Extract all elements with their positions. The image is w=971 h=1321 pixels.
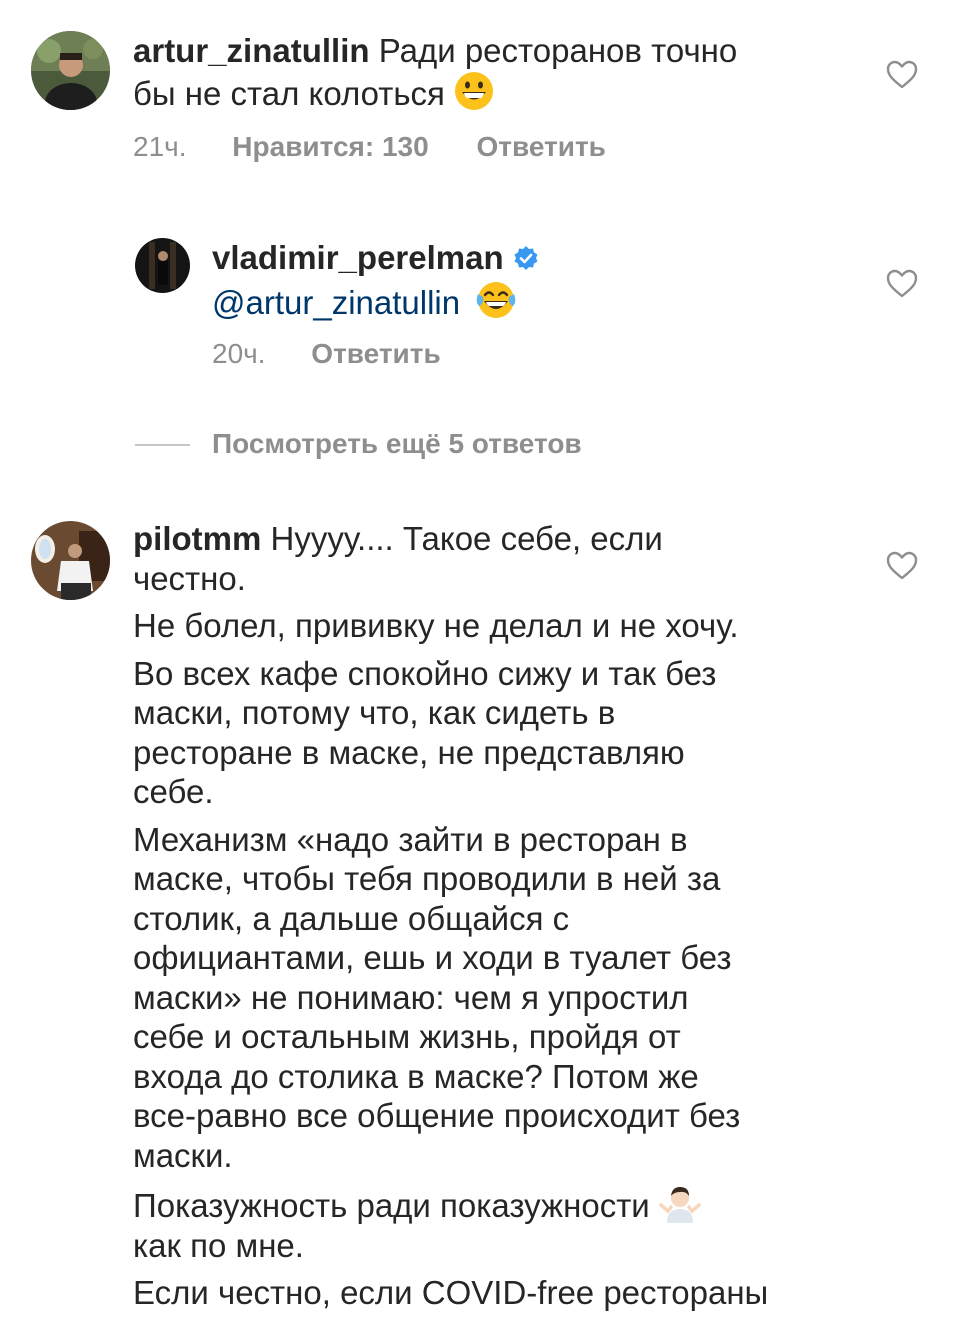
likes-count[interactable]: Нравится: 130 — [232, 131, 428, 162]
reply-button[interactable]: Ответить — [476, 131, 605, 162]
avatar-vladimir[interactable] — [135, 238, 190, 293]
face-with-tears-of-joy-emoji — [475, 280, 516, 320]
mention-link[interactable]: @artur_zinatullin — [212, 284, 460, 321]
comment-meta: 21ч. Нравится: 130 Ответить — [133, 131, 606, 163]
reply-time: 20ч. — [212, 338, 266, 369]
pilot-comment-text: pilotmm Нуууу.... Такое себе, если честн… — [133, 520, 769, 1311]
reply-button[interactable]: Ответить — [311, 338, 440, 369]
reply-meta: 20ч. Ответить — [212, 338, 441, 370]
view-more-divider — [135, 444, 190, 446]
avatar-pilotmm[interactable] — [31, 521, 110, 600]
comment-text: artur_zinatullin Ради ресторанов точно б… — [133, 32, 738, 112]
heart-outline-icon[interactable] — [886, 551, 918, 581]
verified-badge-icon — [513, 240, 539, 280]
comment-username[interactable]: artur_zinatullin — [133, 32, 370, 69]
avatar-artur[interactable] — [31, 31, 110, 110]
reply-username[interactable]: vladimir_perelman — [212, 239, 504, 276]
grinning-face-emoji — [454, 71, 494, 111]
heart-outline-icon[interactable] — [886, 269, 918, 299]
comment-time: 21ч. — [133, 131, 187, 162]
pilot-username[interactable]: pilotmm — [133, 520, 261, 557]
heart-outline-icon[interactable] — [886, 60, 918, 90]
reply-comment-text: vladimir_perelman @artur_zinatullin — [212, 238, 832, 322]
view-more-replies[interactable]: Посмотреть ещё 5 ответов — [212, 428, 582, 460]
person-shrugging-emoji — [659, 1183, 701, 1223]
